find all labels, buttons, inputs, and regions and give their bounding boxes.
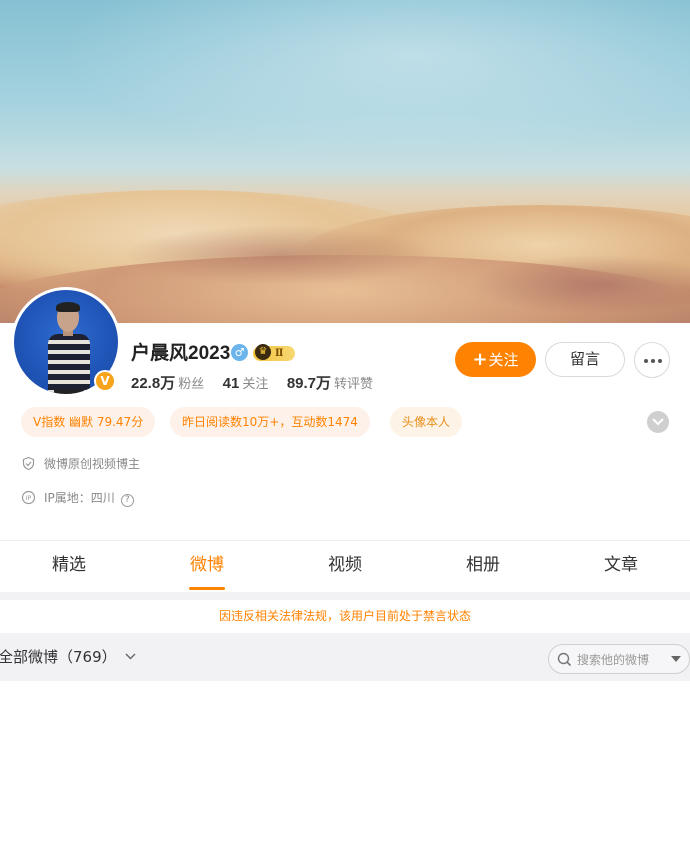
profile-page: V 户晨风2023 ♂ ♛ Ⅱ 22.8万 粉丝 41 关注 89.7万 转评赞 +关注… [0, 0, 690, 865]
chevron-down-icon[interactable] [647, 411, 669, 433]
stat-interactions: 89.7万 转评赞 [286, 375, 374, 392]
avatar-real-tag[interactable]: 头像本人 [390, 407, 463, 437]
search-input[interactable] [577, 650, 669, 669]
ban-notice: 因违反相关法律法规，该用户目前处于禁言状态 [0, 600, 690, 633]
tab-video[interactable]: 视频 [276, 541, 414, 592]
follow-button[interactable]: +关注 [455, 342, 536, 377]
reading-stats-tag[interactable]: 昨日阅读数10万+，互动数1474 [170, 407, 370, 437]
message-button[interactable]: 留言 [545, 342, 625, 377]
svg-text:IP: IP [26, 495, 32, 502]
tab-articles[interactable]: 文章 [552, 541, 690, 592]
v-index-tag[interactable]: V指数 幽默 79.47分 [21, 407, 156, 437]
profile-tabs: 精选 微博 视频 相册 文章 [0, 541, 690, 592]
ip-location: IP IP属地：四川? [21, 489, 134, 507]
all-weibo-filter[interactable]: 全部微博（769） [0, 646, 136, 667]
ip-icon: IP [21, 490, 36, 505]
tab-album[interactable]: 相册 [414, 541, 552, 592]
search-icon [557, 652, 572, 667]
profile-stats: 22.8万 粉丝 41 关注 89.7万 转评赞 [131, 372, 387, 393]
crown-icon[interactable]: ♛ Ⅱ [253, 344, 295, 361]
verified-badge-icon: V [94, 370, 116, 392]
help-icon[interactable]: ? [120, 494, 134, 507]
search-box[interactable] [548, 644, 690, 674]
tab-weibo[interactable]: 微博 [138, 541, 276, 592]
shield-icon [22, 456, 35, 471]
chevron-down-icon [125, 653, 136, 660]
male-icon: ♂ [231, 344, 248, 361]
tab-featured[interactable]: 精选 [0, 541, 138, 592]
stat-followers[interactable]: 22.8万 粉丝 [131, 372, 204, 393]
creator-role: 微博原创视频博主 [21, 455, 140, 472]
more-button[interactable] [634, 342, 670, 378]
dropdown-arrow-icon[interactable] [671, 656, 681, 662]
profile-name: 户晨风2023 [131, 343, 231, 364]
cover-image [0, 0, 690, 323]
stat-following[interactable]: 41 关注 [223, 373, 269, 393]
